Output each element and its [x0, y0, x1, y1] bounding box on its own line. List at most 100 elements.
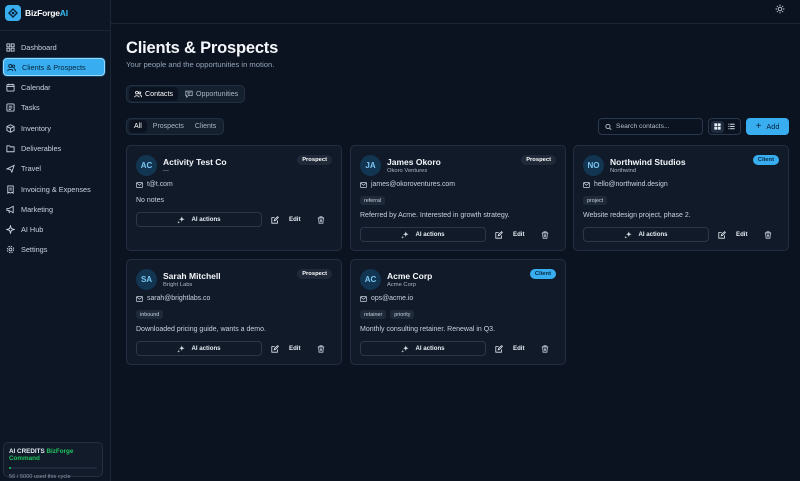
tag: priority [390, 310, 415, 319]
tag-list: referral [360, 196, 386, 205]
contact-email[interactable]: sarah@brightlabs.co [136, 295, 210, 302]
grid-icon [6, 42, 15, 52]
grid-view-button[interactable] [711, 120, 725, 133]
edit-button[interactable]: Edit [289, 216, 301, 223]
sparkle-icon [624, 230, 633, 239]
box-icon [6, 123, 15, 133]
contact-email[interactable]: james@okoroventures.com [360, 181, 455, 188]
sidebar-item-dashboard[interactable]: Dashboard [3, 38, 105, 56]
contact-card-northwind-studios[interactable]: NO Northwind Studios Northwind Client hello@… [573, 145, 789, 251]
ai-credits-progress [9, 467, 97, 469]
search-box[interactable] [598, 118, 703, 135]
tasks-icon [6, 103, 15, 112]
mail-icon [136, 295, 143, 302]
sidebar-item-clients-prospects[interactable]: Clients & Prospects [3, 58, 105, 77]
contact-email[interactable]: ops@acme.io [360, 295, 413, 302]
contact-company: Northwind [610, 168, 637, 174]
contact-card-acme-corp[interactable]: AC Acme Corp Acme Corp Client ops@acme.io ret… [350, 259, 566, 365]
page-subtitle: Your people and the opportunities in mot… [126, 60, 275, 69]
avatar: SA [136, 269, 157, 290]
folder-icon [6, 145, 15, 153]
ai-actions-label: AI actions [191, 216, 221, 223]
ai-actions-button[interactable]: AI actions [136, 212, 262, 227]
ai-actions-button[interactable]: AI actions [360, 341, 486, 356]
contact-note: Monthly consulting retainer. Renewal in … [360, 326, 496, 333]
contact-name: Northwind Studios [610, 157, 686, 167]
tab-contacts[interactable]: Contacts [129, 87, 178, 101]
megaphone-icon [6, 205, 14, 214]
contact-card-sarah-mitchell[interactable]: SA Sarah Mitchell Bright Labs Prospect sarah… [126, 259, 342, 365]
sparkle-icon [177, 344, 186, 353]
contact-company: — [163, 168, 169, 174]
sidebar: BizForgeAI Dashboard Clients & Prospects… [0, 0, 111, 481]
filter-all[interactable]: All [129, 120, 147, 133]
ai-actions-label: AI actions [638, 231, 668, 238]
ai-actions-button[interactable]: AI actions [136, 341, 262, 356]
edit-icon[interactable] [271, 344, 279, 353]
ai-actions-button[interactable]: AI actions [360, 227, 486, 242]
sidebar-item-label: Dashboard [21, 42, 57, 52]
tag-list: inbound [136, 310, 164, 319]
tab-opportunities[interactable]: Opportunities [180, 87, 243, 101]
tag-list: project [583, 196, 608, 205]
mail-icon [360, 181, 367, 188]
list-view-button[interactable] [725, 121, 738, 133]
sidebar-item-inventory[interactable]: Inventory [3, 119, 105, 137]
edit-icon[interactable] [718, 230, 726, 239]
contact-email[interactable]: hello@northwind.design [583, 181, 668, 188]
sidebar-item-label: Invoicing & Expenses [21, 184, 91, 194]
avatar: NO [583, 155, 604, 176]
status-badge: Prospect [297, 155, 332, 165]
trash-icon[interactable] [317, 344, 325, 353]
card-actions: AI actions Edit [136, 341, 325, 356]
brand-divider [0, 30, 111, 31]
filter-prospects[interactable]: Prospects [148, 120, 189, 133]
sidebar-item-settings[interactable]: Settings [3, 241, 105, 259]
sidebar-item-deliverables[interactable]: Deliverables [3, 139, 105, 157]
search-input[interactable] [616, 123, 702, 130]
sidebar-item-travel[interactable]: Travel [3, 160, 105, 178]
mail-icon [136, 181, 143, 188]
sidebar-item-ai-hub[interactable]: AI Hub [3, 221, 105, 239]
sidebar-item-label: Inventory [21, 123, 52, 133]
ai-actions-button[interactable]: AI actions [583, 227, 709, 242]
trash-icon[interactable] [541, 230, 549, 239]
edit-button[interactable]: Edit [513, 345, 525, 352]
ai-credits-panel[interactable]: AI CREDITS BizForge Command 56 / 5000 us… [3, 442, 103, 480]
grid-icon [714, 123, 721, 130]
tab-label: Contacts [145, 90, 173, 98]
brand-name: BizForgeAI [25, 8, 68, 18]
sidebar-nav: Dashboard Clients & Prospects Calendar T… [0, 38, 111, 261]
sidebar-item-label: Deliverables [21, 143, 62, 153]
edit-button[interactable]: Edit [289, 345, 301, 352]
ai-credits-title: AI CREDITS BizForge Command [9, 448, 97, 462]
status-badge: Client [529, 269, 556, 279]
card-actions: AI actions Edit [136, 212, 325, 227]
filter-clients[interactable]: Clients [190, 120, 221, 133]
contact-card-activity-test-co[interactable]: AC Activity Test Co — Prospect t@t.com No not… [126, 145, 342, 251]
avatar: JA [360, 155, 381, 176]
calendar-icon [6, 83, 15, 92]
contact-email[interactable]: t@t.com [136, 181, 173, 188]
sidebar-item-invoicing[interactable]: Invoicing & Expenses [3, 180, 105, 198]
edit-icon[interactable] [495, 344, 503, 353]
edit-icon[interactable] [495, 230, 503, 239]
sidebar-item-tasks[interactable]: Tasks [3, 99, 105, 117]
contact-email-text: hello@northwind.design [594, 181, 668, 188]
ai-actions-label: AI actions [191, 345, 221, 352]
edit-button[interactable]: Edit [513, 231, 525, 238]
edit-button[interactable]: Edit [736, 231, 748, 238]
trash-icon[interactable] [764, 230, 772, 239]
trash-icon[interactable] [541, 344, 549, 353]
edit-icon[interactable] [271, 215, 279, 224]
contact-name: Activity Test Co [163, 157, 227, 167]
trash-icon[interactable] [317, 215, 325, 224]
brand[interactable]: BizForgeAI [5, 5, 68, 21]
contact-card-james-okoro[interactable]: JA James Okoro Okoro Ventures Prospect james… [350, 145, 566, 251]
mail-icon [360, 295, 367, 302]
theme-toggle-button[interactable] [775, 4, 785, 14]
sidebar-item-marketing[interactable]: Marketing [3, 200, 105, 218]
card-actions: AI actions Edit [360, 227, 549, 242]
add-contact-button[interactable]: + Add [746, 118, 789, 135]
sidebar-item-calendar[interactable]: Calendar [3, 79, 105, 97]
